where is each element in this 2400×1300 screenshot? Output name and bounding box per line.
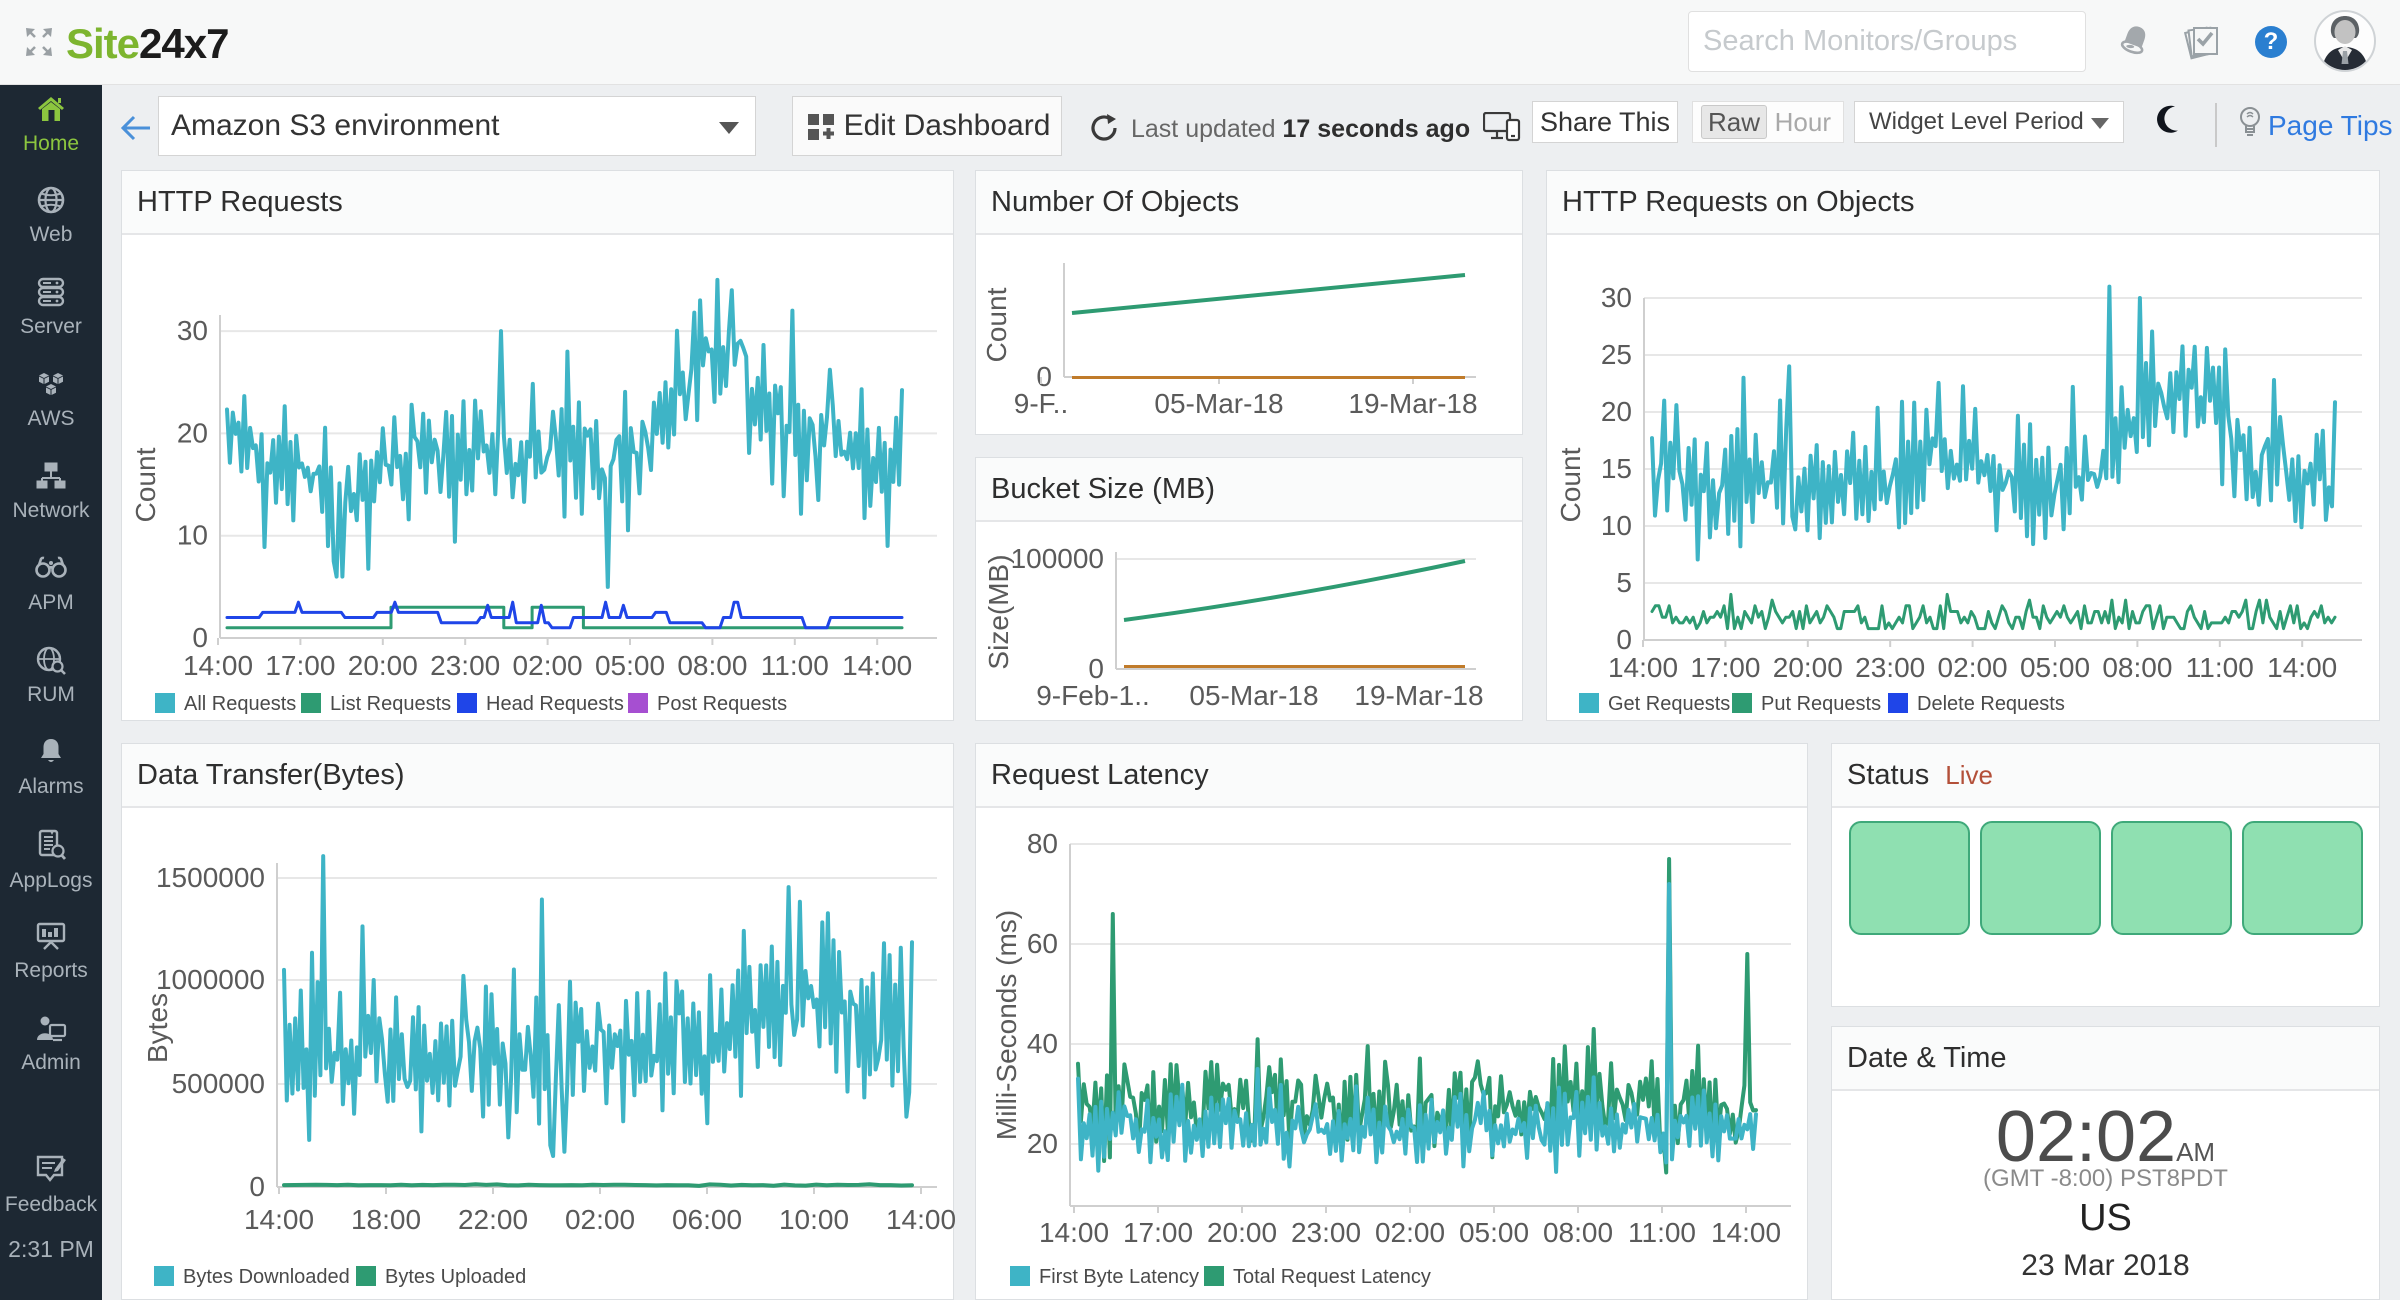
svg-text:22:00: 22:00 <box>458 1204 528 1235</box>
svg-text:1500000: 1500000 <box>156 862 265 893</box>
svg-text:Milli-Seconds (ms): Milli-Seconds (ms) <box>991 910 1022 1140</box>
svg-text:17:00: 17:00 <box>265 650 335 681</box>
svg-text:19-Mar-18: 19-Mar-18 <box>1354 680 1483 711</box>
svg-text:05:00: 05:00 <box>1459 1217 1529 1248</box>
svg-text:06:00: 06:00 <box>672 1204 742 1235</box>
svg-text:9-F..: 9-F.. <box>1014 388 1068 419</box>
svg-text:10:00: 10:00 <box>779 1204 849 1235</box>
svg-text:02:00: 02:00 <box>565 1204 635 1235</box>
svg-text:14:00: 14:00 <box>886 1204 956 1235</box>
svg-text:02:00: 02:00 <box>1375 1217 1445 1248</box>
svg-text:20: 20 <box>177 417 208 448</box>
svg-text:18:00: 18:00 <box>351 1204 421 1235</box>
svg-text:10: 10 <box>1601 510 1632 541</box>
svg-text:Count: Count <box>130 447 161 522</box>
svg-text:23:00: 23:00 <box>1855 652 1925 683</box>
svg-text:Bytes: Bytes <box>142 993 173 1063</box>
svg-text:15: 15 <box>1601 453 1632 484</box>
svg-text:11:00: 11:00 <box>2186 652 2254 683</box>
svg-text:9-Feb-1..: 9-Feb-1.. <box>1036 680 1150 711</box>
svg-text:20:00: 20:00 <box>1773 652 1843 683</box>
svg-text:20:00: 20:00 <box>1207 1217 1277 1248</box>
svg-text:0: 0 <box>249 1171 265 1202</box>
svg-text:14:00: 14:00 <box>244 1204 314 1235</box>
svg-text:05:00: 05:00 <box>2020 652 2090 683</box>
svg-text:19-Mar-18: 19-Mar-18 <box>1348 388 1477 419</box>
svg-text:20:00: 20:00 <box>348 650 418 681</box>
svg-text:30: 30 <box>1601 282 1632 313</box>
svg-text:14:00: 14:00 <box>2267 652 2337 683</box>
svg-text:08:00: 08:00 <box>1543 1217 1613 1248</box>
svg-text:23:00: 23:00 <box>430 650 500 681</box>
svg-text:11:00: 11:00 <box>1628 1217 1696 1248</box>
svg-text:60: 60 <box>1027 928 1058 959</box>
svg-text:Count: Count <box>981 287 1012 362</box>
svg-text:10: 10 <box>177 520 208 551</box>
svg-text:17:00: 17:00 <box>1690 652 1760 683</box>
svg-text:14:00: 14:00 <box>1711 1217 1781 1248</box>
svg-text:14:00: 14:00 <box>1039 1217 1109 1248</box>
svg-text:500000: 500000 <box>172 1068 265 1099</box>
svg-text:Size(MB): Size(MB) <box>983 554 1014 669</box>
svg-text:02:00: 02:00 <box>1938 652 2008 683</box>
svg-text:14:00: 14:00 <box>1608 652 1678 683</box>
svg-text:0: 0 <box>1616 624 1632 655</box>
svg-text:80: 80 <box>1027 828 1058 859</box>
svg-text:100000: 100000 <box>1011 543 1104 574</box>
svg-text:08:00: 08:00 <box>677 650 747 681</box>
svg-text:20: 20 <box>1027 1128 1058 1159</box>
svg-text:05-Mar-18: 05-Mar-18 <box>1189 680 1318 711</box>
svg-text:14:00: 14:00 <box>183 650 253 681</box>
svg-text:Count: Count <box>1555 447 1586 522</box>
svg-text:11:00: 11:00 <box>761 650 829 681</box>
svg-text:02:00: 02:00 <box>513 650 583 681</box>
svg-text:1000000: 1000000 <box>156 964 265 995</box>
svg-text:20: 20 <box>1601 396 1632 427</box>
svg-text:05:00: 05:00 <box>595 650 665 681</box>
svg-text:23:00: 23:00 <box>1291 1217 1361 1248</box>
svg-text:17:00: 17:00 <box>1123 1217 1193 1248</box>
svg-text:30: 30 <box>177 315 208 346</box>
svg-text:0: 0 <box>192 622 208 653</box>
svg-text:08:00: 08:00 <box>2102 652 2172 683</box>
svg-text:14:00: 14:00 <box>842 650 912 681</box>
svg-text:25: 25 <box>1601 339 1632 370</box>
svg-text:05-Mar-18: 05-Mar-18 <box>1154 388 1283 419</box>
svg-text:40: 40 <box>1027 1028 1058 1059</box>
svg-text:5: 5 <box>1616 567 1632 598</box>
